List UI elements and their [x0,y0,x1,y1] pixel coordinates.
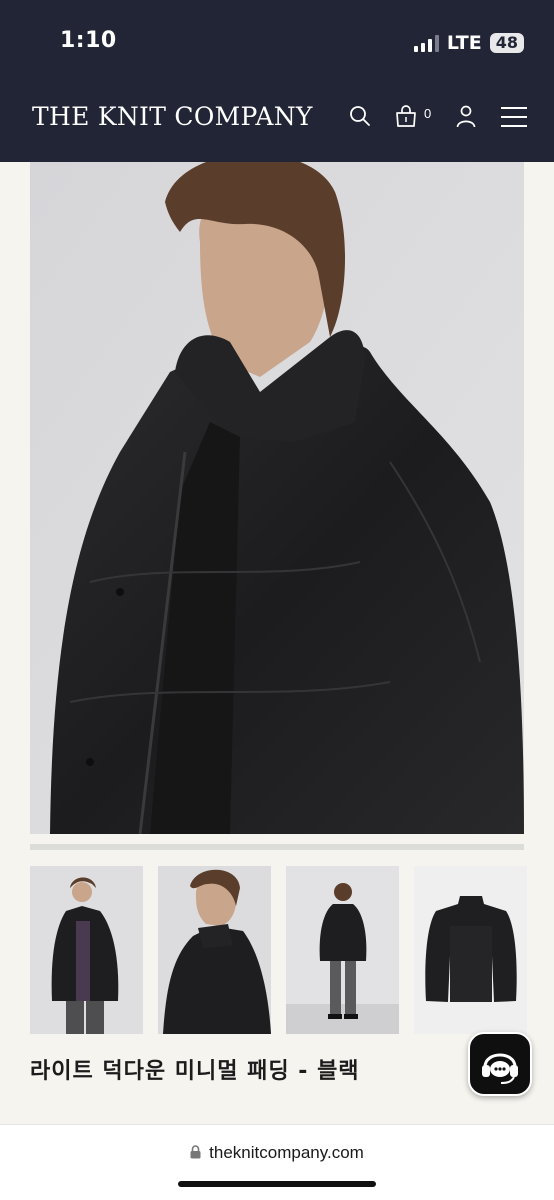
thumbnail-flat-lay[interactable] [414,866,527,1034]
thumbnail-side-model[interactable] [158,866,271,1034]
network-type: LTE [446,32,482,54]
home-indicator[interactable] [178,1181,376,1187]
thumbnail-back-model[interactable] [286,866,399,1034]
model-photo [30,162,524,834]
thumbnail-front-model[interactable] [30,866,143,1034]
search-icon[interactable] [348,104,372,128]
status-time: 1:10 [60,28,117,53]
cart-count: 0 [424,106,432,121]
battery-icon: 48 [489,33,524,53]
browser-url-bar[interactable]: theknitcompany.com [0,1124,554,1200]
brand-logo[interactable]: THE KNIT COMPANY [32,102,313,131]
product-title: 라이트 덕다운 미니멀 패딩 - 블랙 [30,1059,360,1084]
menu-icon[interactable] [500,106,528,128]
cart-icon[interactable] [394,104,418,128]
top-bar: 1:10 LTE 48 THE KNIT COMPANY 0 [0,0,554,162]
headset-chat-icon [482,1053,518,1084]
signal-icon [413,34,439,52]
thumbnail-strip[interactable] [30,866,554,1034]
gallery-scroll-indicator [30,844,524,850]
url-display[interactable]: theknitcompany.com [0,1143,554,1163]
account-icon[interactable] [454,104,478,128]
lock-icon [190,1145,201,1159]
url-text: theknitcompany.com [209,1143,364,1162]
status-indicators: LTE 48 [413,32,524,54]
product-main-image[interactable] [30,162,524,834]
chat-support-button[interactable] [468,1032,532,1096]
